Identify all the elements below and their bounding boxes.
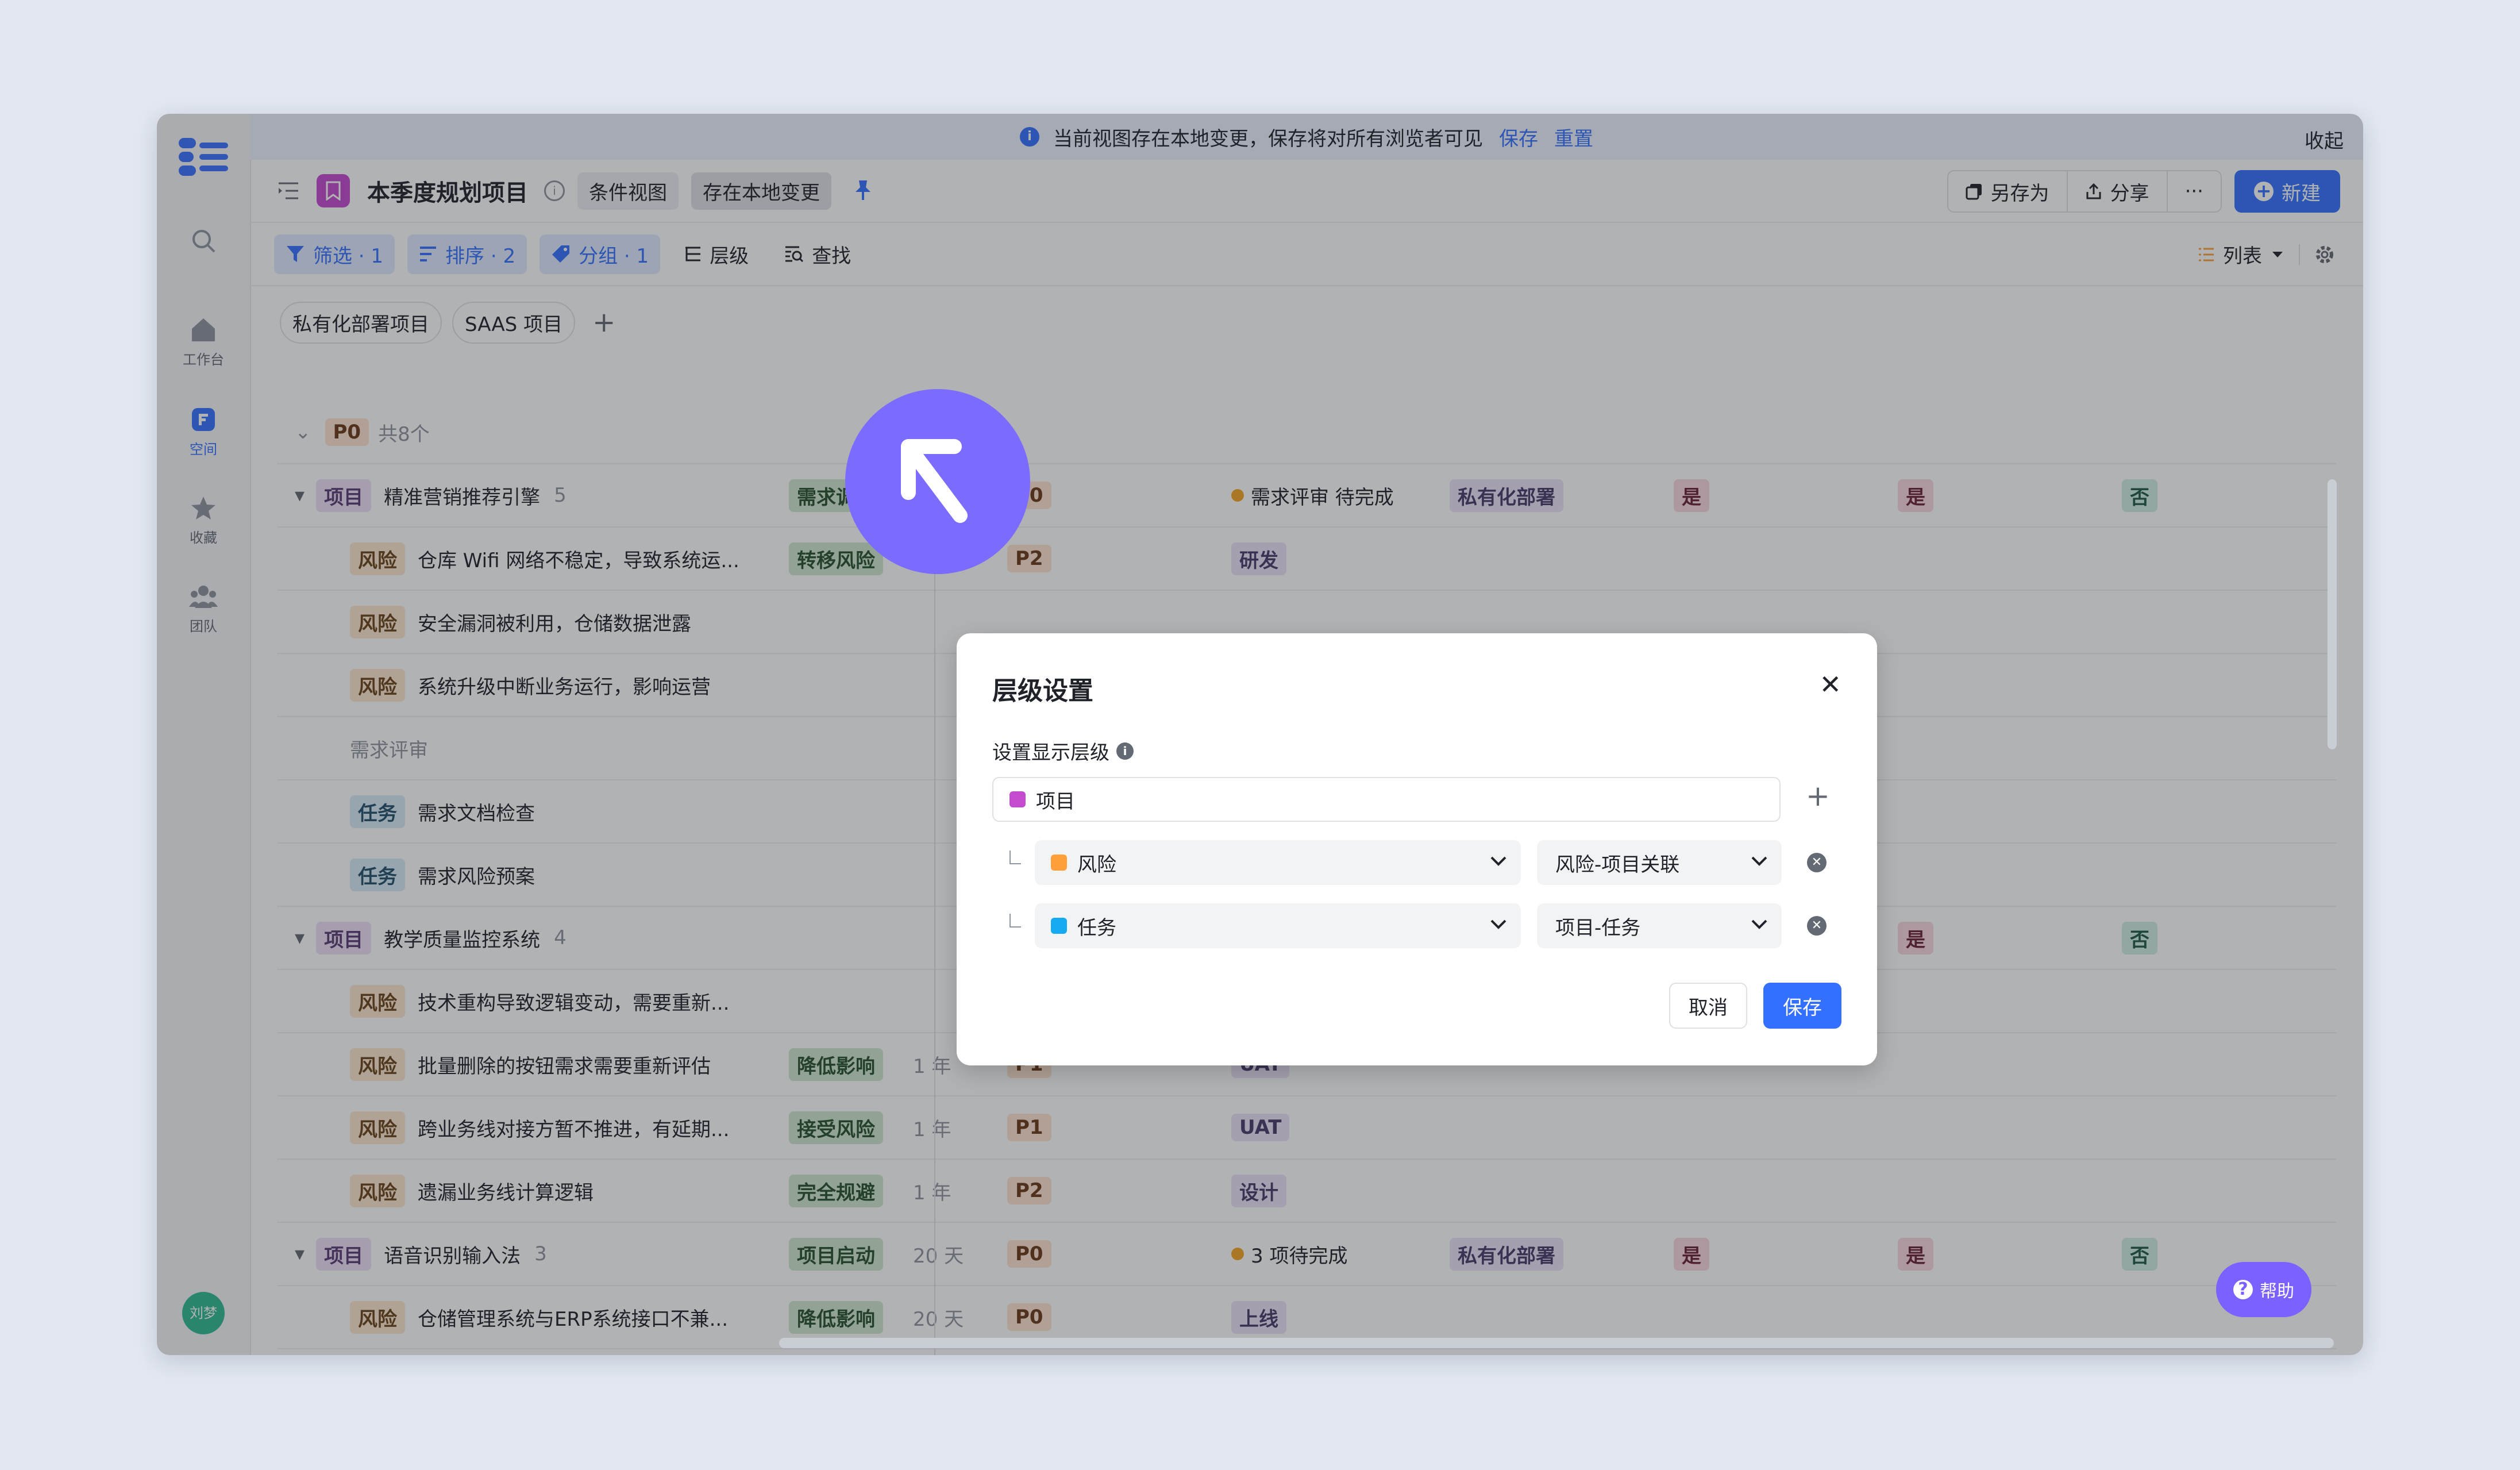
save-button[interactable]: 保存 bbox=[1763, 983, 1841, 1029]
help-label: 帮助 bbox=[2260, 1282, 2294, 1302]
level-relation-value: 风险-项目关联 bbox=[1555, 853, 1680, 876]
remove-level-icon[interactable]: ✕ bbox=[1807, 916, 1827, 936]
level-relation-select[interactable]: 风险-项目关联 bbox=[1537, 840, 1782, 885]
level-type-value: 风险 bbox=[1077, 853, 1116, 876]
cancel-button[interactable]: 取消 bbox=[1669, 983, 1747, 1029]
level-type-select[interactable]: 风险 bbox=[1035, 840, 1521, 885]
branch-line bbox=[1009, 914, 1021, 928]
horizontal-scrollbar[interactable] bbox=[779, 1338, 2334, 1348]
chevron-down-icon bbox=[1490, 919, 1506, 929]
cursor-arrow-icon bbox=[901, 439, 968, 523]
level-relation-select[interactable]: 项目-任务 bbox=[1537, 903, 1782, 948]
task-color-swatch bbox=[1051, 918, 1067, 934]
chevron-down-icon bbox=[1490, 856, 1506, 866]
close-icon[interactable]: ✕ bbox=[1819, 669, 1841, 700]
level-relation-value: 项目-任务 bbox=[1555, 916, 1641, 940]
level-type-select[interactable]: 任务 bbox=[1035, 903, 1521, 948]
dialog-title: 层级设置 bbox=[992, 676, 1093, 706]
info-icon[interactable]: i bbox=[1116, 742, 1134, 760]
help-icon: ? bbox=[2233, 1280, 2253, 1299]
level-label-row: 设置显示层级 i bbox=[992, 737, 1134, 765]
top-level-value: 项目 bbox=[1036, 790, 1075, 813]
help-button[interactable]: ? 帮助 bbox=[2216, 1262, 2311, 1317]
chevron-down-icon bbox=[1751, 919, 1767, 929]
branch-line bbox=[1009, 851, 1021, 864]
risk-color-swatch bbox=[1051, 855, 1067, 871]
chevron-down-icon bbox=[1751, 856, 1767, 866]
level-type-value: 任务 bbox=[1077, 916, 1116, 940]
project-color-swatch bbox=[1009, 791, 1026, 807]
remove-level-icon[interactable]: ✕ bbox=[1807, 853, 1827, 872]
top-level-field[interactable]: 项目 bbox=[992, 777, 1781, 822]
level-settings-dialog: 层级设置 ✕ 设置显示层级 i 项目 + 风险 风险-项目关联 ✕ 任务 项目-… bbox=[957, 633, 1877, 1065]
app-window: 工作台 空间 收藏 团队 刘梦 i 当前视图存在本地变更，保存将对所有浏览者可见… bbox=[157, 114, 2363, 1355]
cursor-highlight bbox=[845, 389, 1030, 574]
level-label: 设置显示层级 bbox=[992, 741, 1109, 764]
add-level-button[interactable]: + bbox=[1806, 779, 1830, 813]
vertical-scrollbar[interactable] bbox=[2328, 479, 2337, 749]
